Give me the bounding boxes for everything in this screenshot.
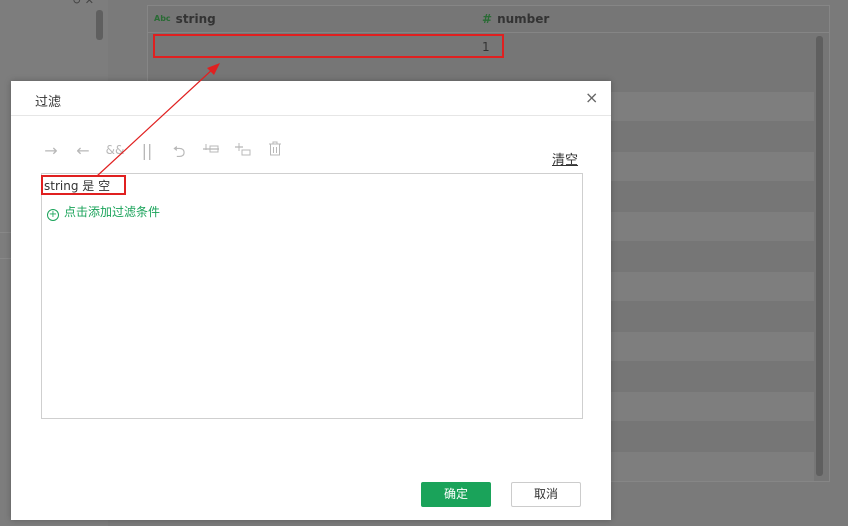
annotation-arrow [96, 63, 220, 177]
